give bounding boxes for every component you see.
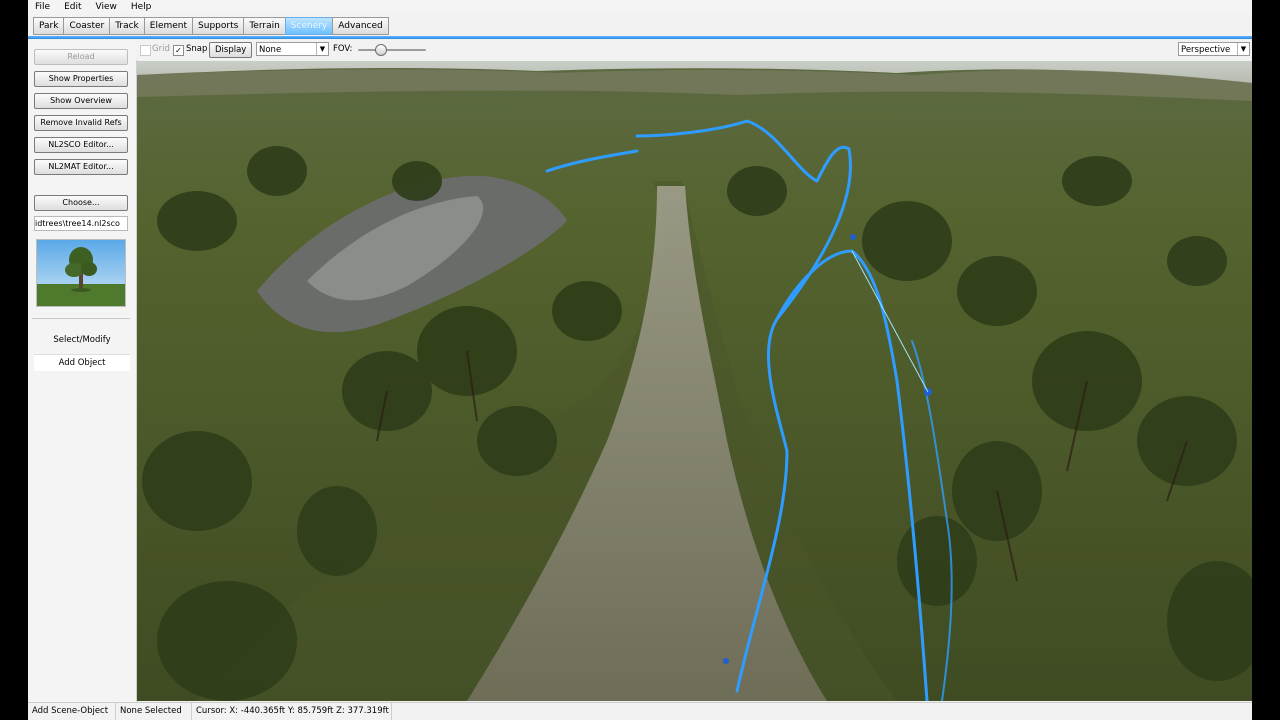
show-properties-button[interactable]: Show Properties — [34, 71, 128, 87]
status-selection: None Selected — [116, 703, 192, 720]
menu-help[interactable]: Help — [124, 2, 159, 12]
tab-coaster[interactable]: Coaster — [63, 17, 110, 35]
projection-select[interactable]: Perspective ▼ — [1178, 42, 1250, 56]
fov-label: FOV: — [333, 44, 353, 54]
nl2mat-editor-button[interactable]: NL2MAT Editor... — [34, 159, 128, 175]
display-button[interactable]: Display — [209, 42, 253, 58]
menu-view[interactable]: View — [89, 2, 124, 12]
3d-viewport[interactable] — [137, 61, 1252, 701]
scenery-file-field[interactable]: idtrees\tree14.nl2sco — [34, 216, 128, 231]
status-bar: Add Scene-Object None Selected Cursor: X… — [28, 702, 1252, 720]
grid-checkbox[interactable] — [140, 45, 151, 56]
viewport-toolbar: Grid ✓ Snap Display None ▼ FOV: Perspect… — [136, 40, 1252, 60]
show-overview-button[interactable]: Show Overview — [34, 93, 128, 109]
remove-invalid-refs-button[interactable]: Remove Invalid Refs — [34, 115, 128, 131]
tab-terrain[interactable]: Terrain — [243, 17, 285, 35]
sidebar-divider — [32, 318, 130, 319]
app-window: File Edit View Help Park Coaster Track E… — [28, 0, 1252, 720]
tab-track[interactable]: Track — [109, 17, 144, 35]
select-modify-mode[interactable]: Select/Modify — [34, 332, 130, 348]
fov-slider[interactable] — [358, 44, 426, 56]
snap-checkbox[interactable]: ✓ — [173, 45, 184, 56]
chevron-down-icon: ▼ — [1237, 43, 1249, 55]
add-object-mode[interactable]: Add Object — [34, 354, 130, 371]
checkmark-icon: ✓ — [175, 46, 182, 55]
menu-bar: File Edit View Help — [28, 0, 1252, 14]
display-select-value: None — [259, 45, 282, 55]
tab-underline — [28, 36, 1252, 39]
tab-park[interactable]: Park — [33, 17, 64, 35]
choose-button[interactable]: Choose... — [34, 195, 128, 211]
projection-select-value: Perspective — [1181, 45, 1231, 55]
status-cursor: Cursor: X: -440.365ft Y: 85.759ft Z: 377… — [192, 703, 392, 720]
nl2sco-editor-button[interactable]: NL2SCO Editor... — [34, 137, 128, 153]
menu-edit[interactable]: Edit — [57, 2, 88, 12]
fov-slider-handle[interactable] — [375, 44, 387, 56]
display-select[interactable]: None ▼ — [256, 42, 329, 56]
tree-preview-thumbnail — [36, 239, 126, 307]
fov-slider-track — [358, 49, 426, 51]
menu-file[interactable]: File — [28, 2, 57, 12]
grid-label: Grid — [152, 44, 170, 54]
scenery-sidebar: Reload Show Properties Show Overview Rem… — [28, 40, 137, 702]
snap-label: Snap — [186, 44, 208, 54]
chevron-down-icon: ▼ — [316, 43, 328, 55]
tab-element[interactable]: Element — [143, 17, 193, 35]
tab-scenery[interactable]: Scenery — [284, 17, 333, 35]
tab-advanced[interactable]: Advanced — [332, 17, 389, 35]
tab-bar: Park Coaster Track Element Supports Terr… — [28, 14, 1252, 36]
reload-button[interactable]: Reload — [34, 49, 128, 65]
tab-supports[interactable]: Supports — [192, 17, 244, 35]
status-mode: Add Scene-Object — [28, 703, 116, 720]
